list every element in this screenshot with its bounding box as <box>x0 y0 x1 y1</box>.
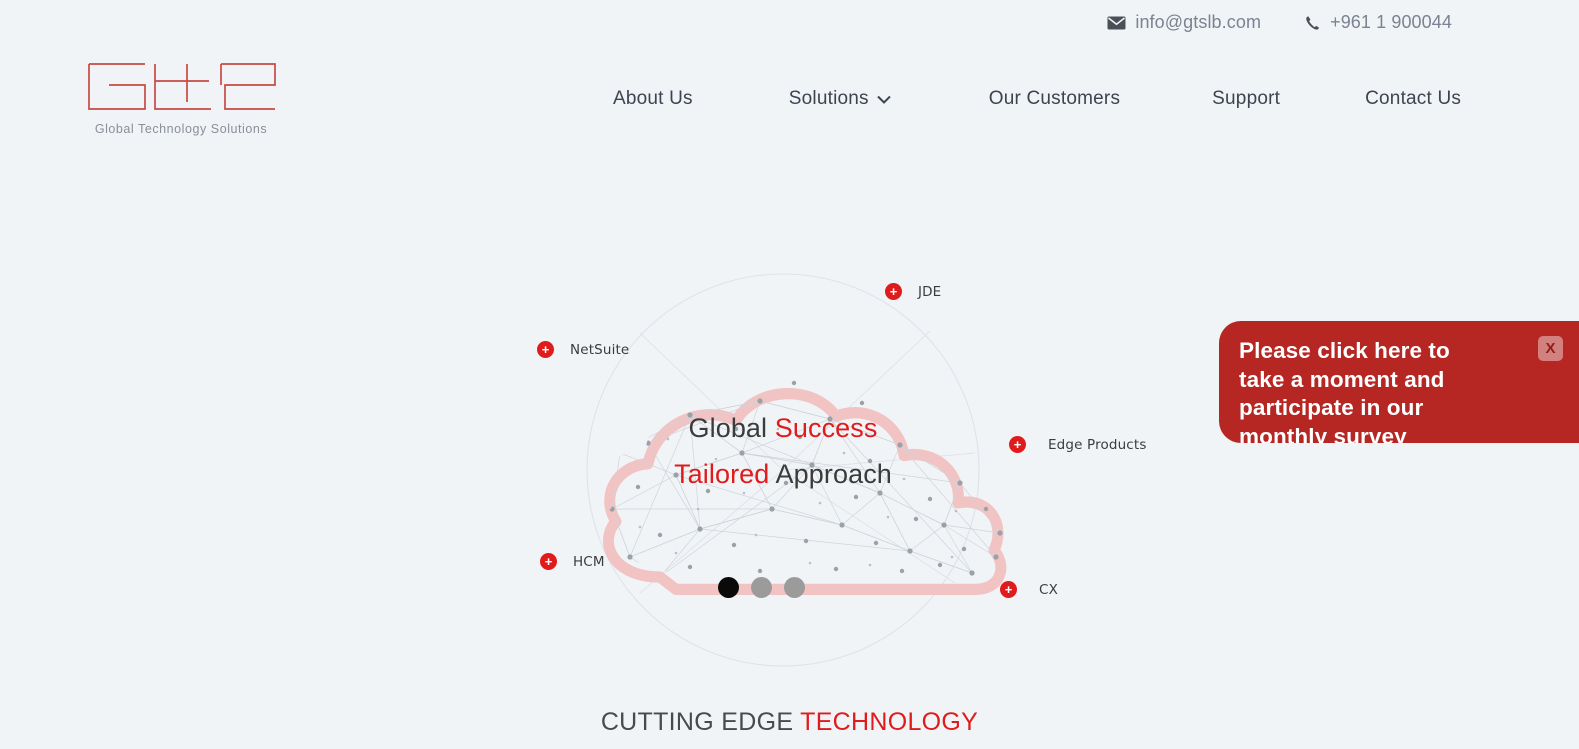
cloud-outline-glow <box>602 387 1007 596</box>
nav-item-our-customers[interactable]: Our Customers <box>989 88 1120 110</box>
main-navigation: About Us Solutions Our Customers Support… <box>585 45 1485 153</box>
plus-circle-icon: + <box>885 283 902 300</box>
plus-circle-icon: + <box>540 553 557 570</box>
nav-item-label: Our Customers <box>988 88 1121 109</box>
product-node-cx[interactable]: + CX <box>1000 581 1058 598</box>
phone-icon <box>1305 15 1321 31</box>
hero-section: Global Success Tailored Approach + JDE +… <box>0 153 1579 749</box>
carousel-dot-1[interactable] <box>718 577 739 598</box>
carousel-dots <box>718 577 805 598</box>
nav-item-label: Solutions <box>788 88 869 109</box>
product-node-jde[interactable]: + JDE <box>885 283 941 300</box>
carousel-dot-3[interactable] <box>784 577 805 598</box>
product-node-label: CX <box>1039 581 1058 598</box>
phone-text: +961 1 900044 <box>1330 12 1452 32</box>
nav-item-about-us[interactable]: About Us <box>613 88 693 110</box>
product-node-hcm[interactable]: + HCM <box>540 553 605 570</box>
network-cloud-illustration <box>586 273 1007 667</box>
site-header: Global Technology Solutions About Us Sol… <box>0 45 1579 153</box>
nav-item-solutions[interactable]: Solutions <box>789 88 891 110</box>
product-node-netsuite[interactable]: + NetSuite <box>537 341 629 358</box>
nav-item-support[interactable]: Support <box>1212 88 1280 110</box>
envelope-icon <box>1107 16 1126 30</box>
chevron-down-icon <box>877 88 891 110</box>
plus-circle-icon: + <box>537 341 554 358</box>
product-node-label: NetSuite <box>570 341 630 358</box>
nav-item-label: Support <box>1212 88 1281 109</box>
close-icon[interactable]: X <box>1538 336 1563 361</box>
gts-logo-icon <box>88 63 276 110</box>
product-node-edge-products[interactable]: + Edge Products <box>1009 436 1147 453</box>
tagline-accent: TECHNOLOGY <box>800 708 979 736</box>
page-root: info@gtslb.com +961 1 900044 Global Tech… <box>0 0 1579 749</box>
tagline-plain: CUTTING EDGE <box>600 708 801 736</box>
product-node-label: Edge Products <box>1048 436 1147 453</box>
logo-subtitle: Global Technology Solutions <box>94 122 268 136</box>
section-tagline: CUTTING EDGE TECHNOLOGY <box>0 708 1579 737</box>
product-node-label: HCM <box>573 553 605 570</box>
email-text: info@gtslb.com <box>1135 12 1262 32</box>
email-link[interactable]: info@gtslb.com <box>1107 12 1261 33</box>
product-node-label: JDE <box>918 283 942 300</box>
plus-circle-icon: + <box>1000 581 1017 598</box>
phone-link[interactable]: +961 1 900044 <box>1305 12 1452 33</box>
survey-banner[interactable]: Please click here to take a moment and p… <box>1219 321 1579 443</box>
nav-item-label: Contact Us <box>1365 88 1462 109</box>
mesh-network <box>609 380 1003 579</box>
survey-message: Please click here to take a moment and p… <box>1239 338 1450 443</box>
nav-item-contact-us[interactable]: Contact Us <box>1365 88 1461 110</box>
top-contact-bar: info@gtslb.com +961 1 900044 <box>0 0 1579 45</box>
carousel-dot-2[interactable] <box>751 577 772 598</box>
nav-item-label: About Us <box>613 88 693 109</box>
logo-link[interactable]: Global Technology Solutions <box>83 57 283 136</box>
plus-circle-icon: + <box>1009 436 1026 453</box>
